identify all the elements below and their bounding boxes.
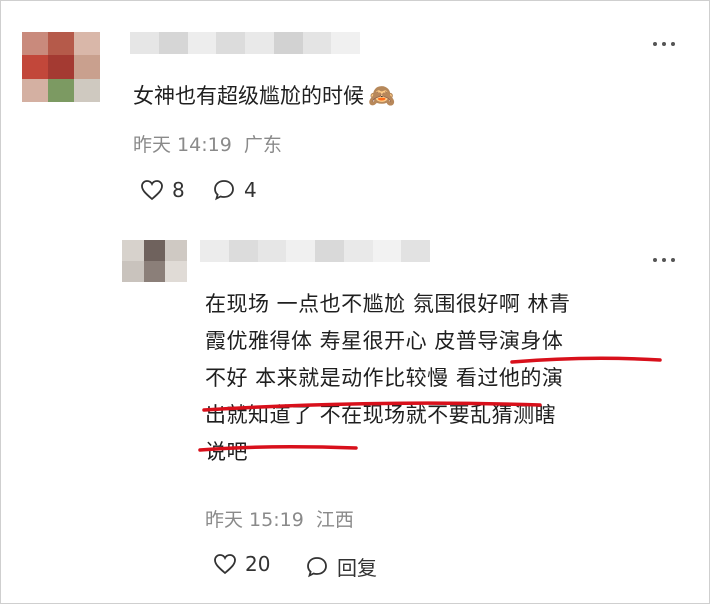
heart-icon <box>214 554 236 575</box>
underline-mark <box>510 356 662 364</box>
reply-meta: 昨天 15:19 江西 <box>205 505 354 532</box>
red-underline-annotations <box>198 356 662 452</box>
like-count: 20 <box>245 552 271 576</box>
comment-bubble-icon <box>307 556 327 577</box>
reply-label: 回复 <box>337 556 377 580</box>
timestamp: 昨天 15:19 <box>205 509 304 531</box>
underline-mark <box>202 401 542 412</box>
reply-button[interactable]: 回复 <box>305 552 377 581</box>
underline-mark <box>198 444 358 452</box>
reply-like-button[interactable]: 20 <box>213 552 270 576</box>
location: 江西 <box>315 509 354 531</box>
